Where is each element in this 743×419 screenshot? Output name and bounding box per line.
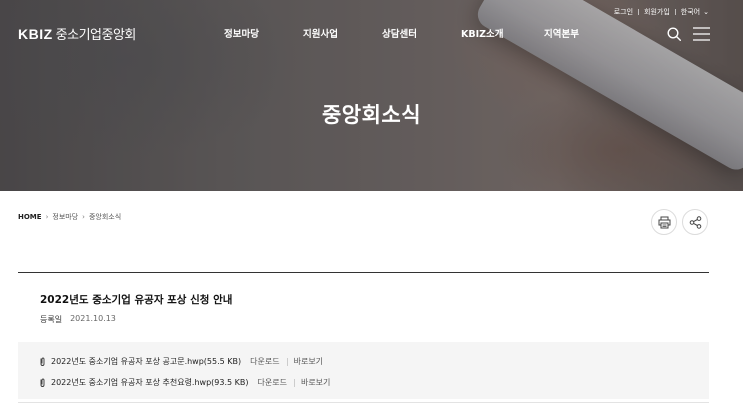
paperclip-icon [40,357,45,366]
post-meta: 등록일 2021.10.13 [40,314,116,325]
attachment-name: 2022년도 중소기업 유공자 포상 공고문.hwp(55.5 KB) [51,357,242,366]
attachment-item: 2022년도 중소기업 유공자 포상 추천요령.hwp(93.5 KB) 다운로… [39,377,330,388]
utility-menu: 로그인 회원가입 한국어 ⌄ [614,7,709,17]
download-link[interactable]: 다운로드 [258,377,287,388]
main-nav: 정보마당 지원사업 상담센터 KBIZ소개 지역본부 [0,26,743,40]
nav-item-support[interactable]: 지원사업 [303,26,338,40]
nav-item-about[interactable]: KBIZ소개 [461,26,504,40]
join-link[interactable]: 회원가입 [644,7,670,17]
search-icon[interactable] [667,27,681,41]
post-title: 2022년도 중소기업 유공자 포상 신청 안내 [40,294,233,306]
share-button[interactable] [682,209,708,235]
view-link[interactable]: 바로보기 [294,356,323,367]
attachment-bottom-line [18,402,709,403]
menu-icon[interactable] [693,27,710,41]
nav-item-consult[interactable]: 상담센터 [382,26,417,40]
breadcrumb: HOME › 정보마당 › 중앙회소식 [18,212,121,222]
post-date: 2021.10.13 [70,314,116,323]
share-icon [689,215,701,229]
nav-item-region[interactable]: 지역본부 [544,26,579,40]
attachment-item: 2022년도 중소기업 유공자 포상 공고문.hwp(55.5 KB) 다운로드… [39,356,323,367]
language-select[interactable]: 한국어 ⌄ [681,7,709,17]
language-label: 한국어 [680,8,701,16]
attachment-name: 2022년도 중소기업 유공자 포상 추천요령.hwp(93.5 KB) [51,378,249,387]
download-link[interactable]: 다운로드 [250,356,279,367]
print-button[interactable] [651,209,677,235]
chevron-right-icon: › [45,213,49,221]
page-title: 중앙회소식 [321,103,422,127]
view-link[interactable]: 바로보기 [301,377,330,388]
chevron-down-icon: ⌄ [703,8,709,16]
nav-item-info[interactable]: 정보마당 [224,26,259,40]
login-link[interactable]: 로그인 [614,7,633,17]
breadcrumb-current: 중앙회소식 [88,213,122,221]
date-label: 등록일 [40,315,63,324]
paperclip-icon [40,378,45,387]
breadcrumb-info[interactable]: 정보마당 [52,212,78,222]
breadcrumb-home[interactable]: HOME [18,213,42,221]
content-divider [18,272,709,273]
print-icon [658,216,670,228]
hero-banner: KBIZ 중소기업중앙회 로그인 회원가입 한국어 ⌄ 정보마당 지원사업 상담… [0,0,743,191]
attachment-list: 2022년도 중소기업 유공자 포상 공고문.hwp(55.5 KB) 다운로드… [18,342,709,399]
chevron-right-icon: › [82,213,85,221]
